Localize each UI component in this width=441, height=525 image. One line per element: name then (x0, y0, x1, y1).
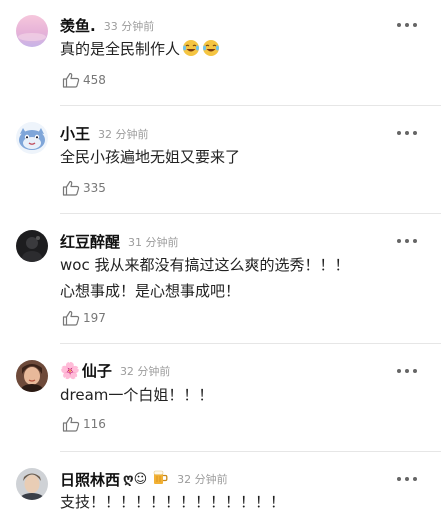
thumbs-up-icon (62, 416, 80, 432)
laughing-crying-emoji-icon (202, 39, 220, 65)
comment-header: 羡鱼. 33 分钟前 (60, 15, 154, 36)
avatar[interactable] (16, 15, 48, 47)
comment-item: 小王 32 分钟前 全民小孩遍地无姐又要来了 335 (0, 106, 441, 214)
comment-header: 小王 32 分钟前 (60, 123, 149, 144)
comment-header: 日照林西 ღ☺︎ 32 分钟前 (60, 468, 228, 490)
timestamp: 32 分钟前 (177, 473, 228, 486)
comment-item: 红豆醉醒 31 分钟前 woc 我从来都没有搞过这么爽的选秀！！！ 心想事成！是… (0, 214, 441, 344)
like-count: 197 (83, 311, 106, 325)
pink-gradient-avatar (16, 15, 48, 47)
comment-header: 🌸 仙子 32 分钟前 (60, 360, 170, 381)
more-icon[interactable] (397, 126, 417, 140)
girl-photo-avatar (16, 360, 48, 392)
more-icon[interactable] (397, 364, 417, 378)
thumbs-up-icon (62, 72, 80, 88)
comment-text-line: 心想事成！是心想事成吧！ (60, 282, 241, 300)
username[interactable]: 小王 (60, 123, 90, 144)
more-icon[interactable] (397, 472, 417, 486)
username[interactable]: 红豆醉醒 (60, 231, 120, 252)
like-button[interactable]: 458 (62, 72, 106, 88)
like-button[interactable]: 116 (62, 416, 106, 432)
comment-text: 真的是全民制作人 (60, 36, 421, 65)
comment-item: 羡鱼. 33 分钟前 真的是全民制作人 458 (0, 0, 441, 106)
comment-text-content: 真的是全民制作人 (60, 40, 181, 58)
like-count: 335 (83, 181, 106, 195)
boy-photo-avatar (16, 468, 48, 500)
comment-text-content: 支技！！！！！！！！！！！！！ (60, 493, 286, 511)
comment-header: 红豆醉醒 31 分钟前 (60, 231, 179, 252)
more-icon[interactable] (397, 18, 417, 32)
like-button[interactable]: 197 (62, 310, 106, 326)
like-button[interactable]: 335 (62, 180, 106, 196)
username[interactable]: 羡鱼. (60, 15, 96, 36)
comment-text: 支技！！！！！！！！！！！！！ (60, 489, 421, 515)
timestamp: 32 分钟前 (98, 127, 149, 141)
comment-text-content: dream一个白姐！！！ (60, 386, 214, 404)
username[interactable]: 仙子 (82, 360, 112, 381)
username[interactable]: 日照林西 (60, 469, 120, 490)
thumbs-up-icon (62, 180, 80, 196)
timestamp: 31 分钟前 (128, 235, 179, 249)
timestamp: 32 分钟前 (119, 364, 171, 378)
cherry-blossom-icon: 🌸 (60, 360, 80, 380)
dark-photo-avatar (16, 230, 48, 262)
more-icon[interactable] (397, 234, 417, 248)
beer-icon (151, 468, 169, 490)
like-count: 116 (83, 417, 106, 431)
timestamp: 33 分钟前 (103, 19, 155, 33)
avatar[interactable] (16, 360, 48, 392)
comment-text: dream一个白姐！！！ (60, 382, 421, 408)
blue-cartoon-avatar (16, 122, 48, 154)
comment-text: woc 我从来都没有搞过这么爽的选秀！！！ 心想事成！是心想事成吧！ (60, 252, 421, 304)
comment-feed: 羡鱼. 33 分钟前 真的是全民制作人 458 小王 32 分钟前 全民小孩遍地… (0, 0, 441, 525)
comment-text-content: 全民小孩遍地无姐又要来了 (60, 148, 241, 166)
username-decoration: ღ☺︎ (123, 471, 148, 487)
avatar[interactable] (16, 122, 48, 154)
thumbs-up-icon (62, 310, 80, 326)
comment-item: 日照林西 ღ☺︎ 32 分钟前 支技！！！！！！！！！！！！！ (0, 452, 441, 525)
laughing-crying-emoji-icon (182, 39, 200, 65)
avatar[interactable] (16, 230, 48, 262)
like-count: 458 (83, 73, 106, 87)
comment-text-line: woc 我从来都没有搞过这么爽的选秀！！！ (60, 256, 350, 274)
comment-text: 全民小孩遍地无姐又要来了 (60, 144, 421, 170)
avatar[interactable] (16, 468, 48, 500)
comment-item: 🌸 仙子 32 分钟前 dream一个白姐！！！ 116 (0, 344, 441, 452)
